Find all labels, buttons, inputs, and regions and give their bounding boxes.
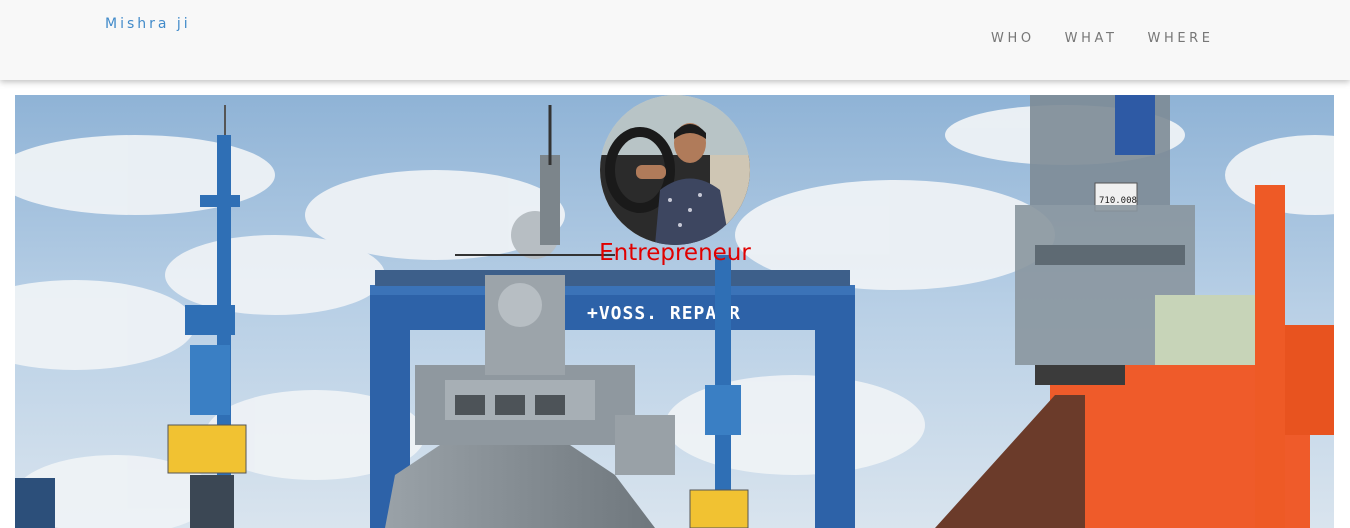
avatar-photo [600, 95, 750, 245]
profile-avatar [600, 95, 750, 245]
nav-link-where[interactable]: WHERE [1148, 31, 1214, 46]
small-sign: 710.008 [1099, 196, 1137, 206]
brand-link[interactable]: Mishra ji [105, 16, 191, 32]
nav-menu: WHO WHAT WHERE [991, 31, 1244, 46]
role-title: Entrepreneur [599, 240, 751, 266]
nav-link-who[interactable]: WHO [991, 31, 1035, 46]
nav-link-what[interactable]: WHAT [1065, 31, 1118, 46]
navbar: Mishra ji WHO WHAT WHERE [0, 0, 1350, 80]
